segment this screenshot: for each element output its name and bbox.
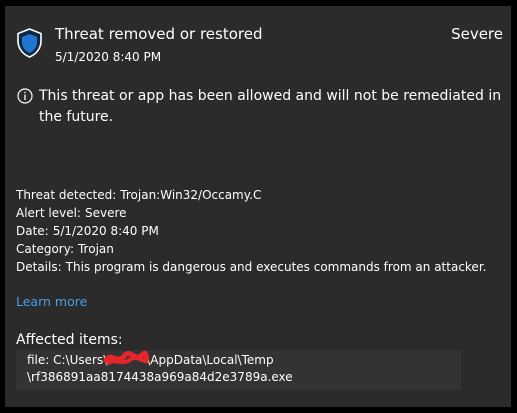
threat-detected-value: Trojan:Win32/Occamy.C [120, 188, 262, 202]
affected-items-heading: Affected items: [16, 332, 123, 348]
date-value: 5/1/2020 8:40 PM [52, 224, 159, 238]
category-value: Trojan [77, 242, 114, 256]
learn-more-link[interactable]: Learn more [16, 293, 87, 311]
date-label: Date: [16, 224, 49, 238]
date-row: Date: 5/1/2020 8:40 PM [16, 222, 486, 240]
threat-detected-row: Threat detected: Trojan:Win32/Occamy.C [16, 186, 486, 204]
redacted-username [103, 350, 150, 366]
threat-details-panel: Threat removed or restored 5/1/2020 8:40… [5, 6, 511, 407]
affected-items-box: file: C:\Users\ \AppData\Local\Temp \rf3… [16, 350, 461, 390]
file-path-suffix: \AppData\Local\Temp [146, 353, 274, 367]
threat-detected-label: Threat detected: [16, 188, 117, 202]
affected-file-path-line2: \rf386891aa8174438a969a84d2e3789a.exe [27, 370, 293, 384]
alert-level-row: Alert level: Severe [16, 204, 486, 222]
details-row: Details: This program is dangerous and ex… [16, 258, 486, 276]
info-icon [17, 88, 33, 104]
affected-file-path-line1: file: C:\Users\ \AppData\Local\Temp [27, 350, 461, 369]
severity-label: Severe [451, 25, 503, 43]
threat-details-list: Threat detected: Trojan:Win32/Occamy.C Al… [16, 186, 486, 276]
alert-level-value: Severe [84, 206, 127, 220]
category-row: Category: Trojan [16, 240, 486, 258]
shield-icon [17, 28, 42, 58]
alert-level-label: Alert level: [16, 206, 81, 220]
details-label: Details: [16, 260, 62, 274]
details-value: This program is dangerous and executes c… [65, 260, 487, 274]
category-label: Category: [16, 242, 74, 256]
threat-timestamp: 5/1/2020 8:40 PM [55, 50, 162, 64]
file-path-prefix: file: C:\Users\ [27, 353, 108, 367]
threat-title: Threat removed or restored [55, 25, 263, 43]
allowed-notice: This threat or app has been allowed and … [39, 88, 502, 125]
